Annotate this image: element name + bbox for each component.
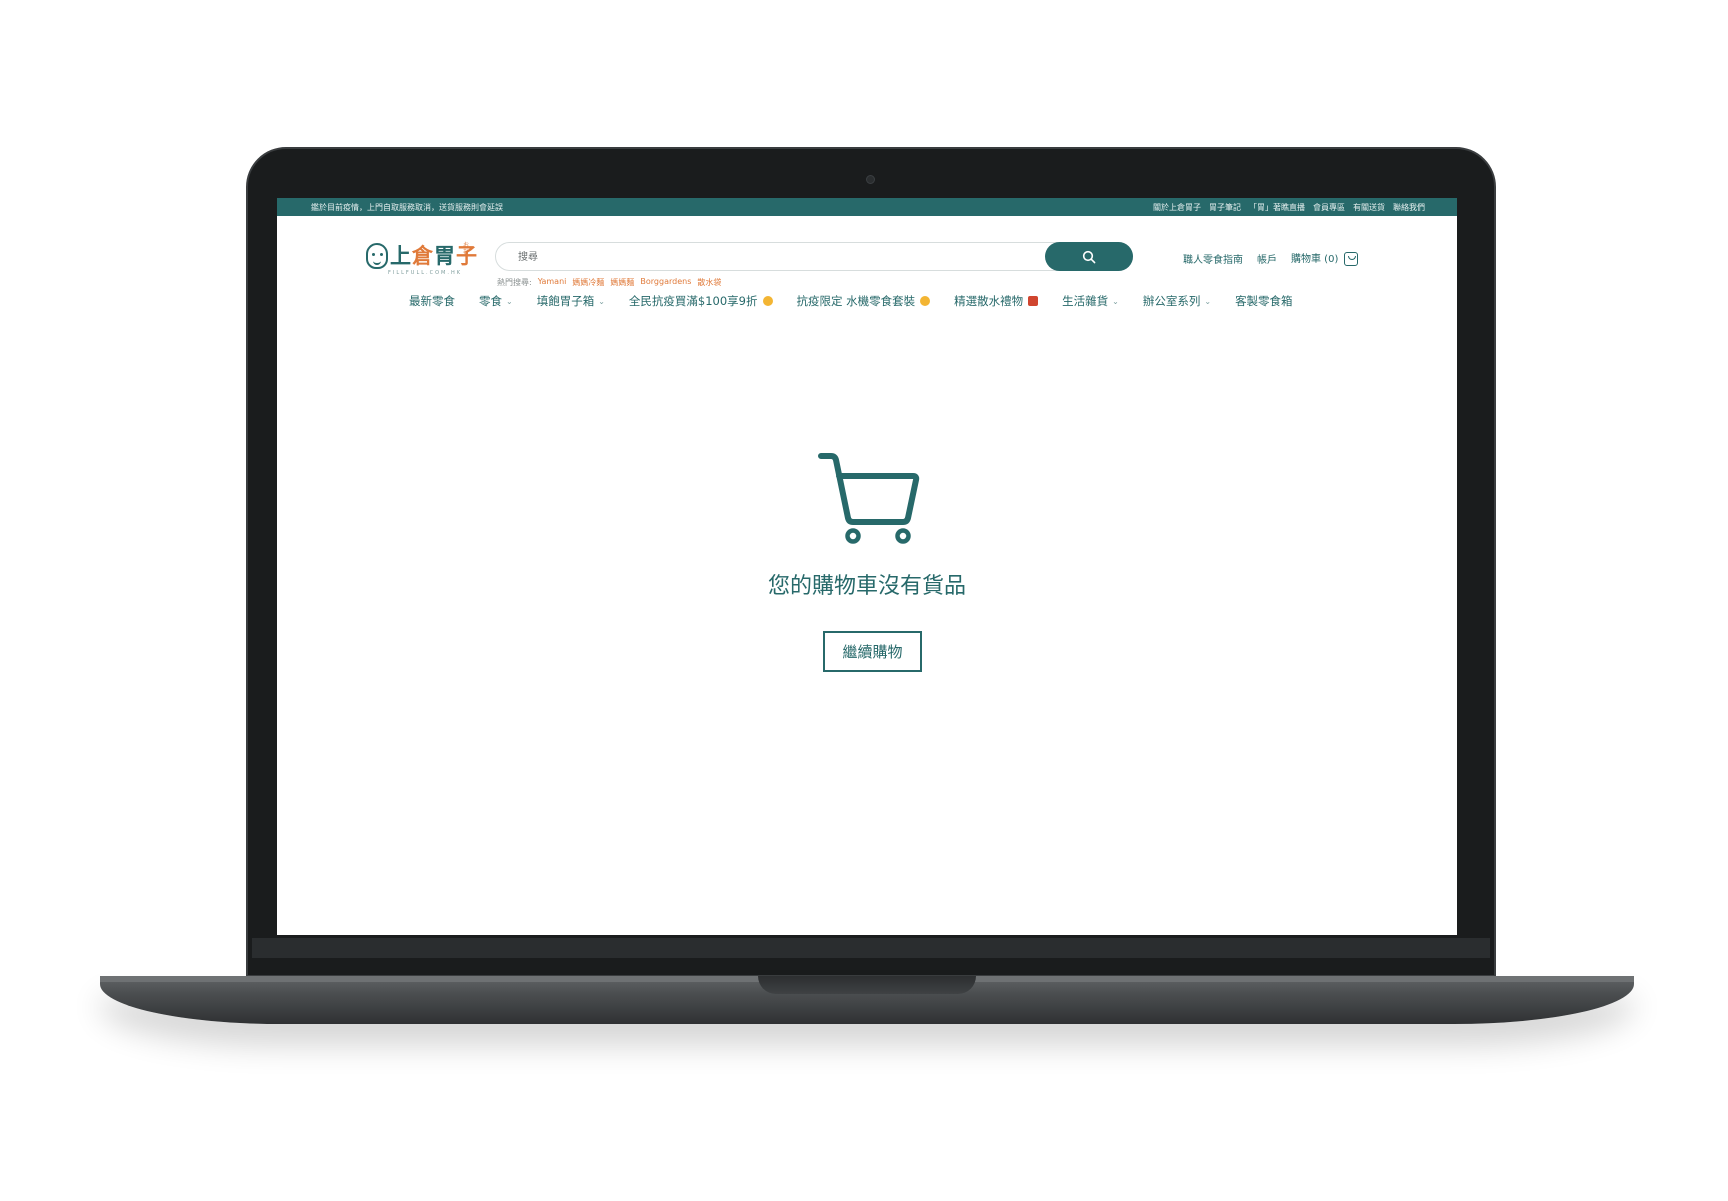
logo-tiny-text: おむ [463,242,470,256]
chevron-down-icon: ⌄ [1204,296,1212,306]
empty-cart-message: 您的購物車沒有貨品 [767,574,966,599]
logo-char-3: 胃 [434,244,456,268]
nav-item-fill-box[interactable]: 填飽胃子箱 ⌄ [537,293,605,309]
top-link-contact[interactable]: 聯絡我們 [1393,202,1425,213]
nav-item-snacks[interactable]: 零食 ⌄ [479,293,513,309]
nav-label: 辦公室系列 [1142,294,1201,308]
bag-icon [1344,252,1359,266]
top-link-notes[interactable]: 胃子筆記 [1209,202,1241,213]
nav-item-gifts[interactable]: 精選散水禮物 [954,293,1039,309]
logo-char-1: 上 [390,244,412,268]
announcement-bar: 鑑於目前疫情，上門自取服務取消，送貨服務則會延誤 關於上倉胃子 胃子筆記 「胃」… [277,198,1457,216]
hot-searches: 熱門搜尋: Yamani 媽媽冷麵 媽媽麵 Borggardens 散水袋 [497,277,721,288]
laptop-notch [758,976,976,994]
nav-label: 抗疫限定 水機零食套裝 [796,294,916,308]
hot-keyword[interactable]: 媽媽麵 [610,277,634,288]
chevron-down-icon: ⌄ [1112,296,1119,306]
hot-keyword[interactable]: 媽媽冷麵 [572,277,604,288]
site-logo[interactable]: 上倉胃子 おむ FILLFULL.COM.HK [366,240,477,280]
nav-item-limited-set[interactable]: 抗疫限定 水機零食套裝 [797,293,931,309]
nav-item-custom-box[interactable]: 客製零食箱 [1235,293,1293,309]
camera [866,175,875,184]
hot-keyword[interactable]: Borggardens [640,277,691,288]
top-link-delivery[interactable]: 有關送貨 [1353,202,1385,213]
hot-search-label: 熱門搜尋: [497,278,532,287]
nav-label: 最新零食 [409,294,455,308]
search-icon [1082,250,1096,264]
stage: 鑑於目前疫情，上門自取服務取消，送貨服務則會延誤 關於上倉胃子 胃子筆記 「胃」… [0,0,1728,1201]
logo-face-icon [366,243,388,269]
search-input[interactable] [518,250,1018,264]
hot-keyword[interactable]: 散水袋 [697,277,721,288]
continue-shopping-button[interactable]: 繼續購物 [823,631,922,672]
laptop-chin [252,938,1490,958]
emoji-icon [762,296,773,306]
snack-guide-link[interactable]: 職人零食指南 [1183,251,1243,266]
cart-count-label: 購物車 (0) [1291,254,1339,265]
emoji-icon [920,296,931,306]
gift-icon [1028,296,1039,306]
browser-viewport: 鑑於目前疫情，上門自取服務取消，送貨服務則會延誤 關於上倉胃子 胃子筆記 「胃」… [277,198,1457,935]
nav-label: 零食 [479,294,502,308]
search-button[interactable] [1045,242,1133,271]
hot-keyword[interactable]: Yamani [538,277,567,288]
top-link-members[interactable]: 會員專區 [1313,202,1345,213]
account-links: 職人零食指南 帳戶 購物車 (0) [1183,250,1359,266]
chevron-down-icon: ⌄ [506,296,513,306]
top-link-about[interactable]: 關於上倉胃子 [1153,202,1201,213]
nav-label: 填飽胃子箱 [536,294,595,308]
nav-item-groceries[interactable]: 生活雜貨 ⌄ [1062,293,1119,309]
cart-icon [818,453,920,544]
nav-item-new-snacks[interactable]: 最新零食 [409,293,455,309]
nav-item-discount[interactable]: 全民抗疫買滿$100享9折 [629,293,773,309]
account-link[interactable]: 帳戶 [1257,251,1277,266]
nav-label: 客製零食箱 [1235,294,1293,308]
main-nav: 最新零食 零食 ⌄ 填飽胃子箱 ⌄ 全民抗疫買滿$100享9折 抗疫限定 水機零食套… [409,293,1293,309]
nav-label: 精選散水禮物 [954,294,1024,308]
logo-domain: FILLFULL.COM.HK [388,270,462,276]
announcement-text: 鑑於目前疫情，上門自取服務取消，送貨服務則會延誤 [311,203,503,212]
nav-label: 生活雜貨 [1062,294,1109,308]
top-links: 關於上倉胃子 胃子筆記 「胃」著瞧直播 會員專區 有關送貨 聯絡我們 [1153,202,1425,213]
search-bar [495,242,1133,271]
cart-link[interactable]: 購物車 (0) [1291,250,1359,266]
logo-char-2: 倉 [412,244,434,268]
nav-label: 全民抗疫買滿$100享9折 [628,294,758,308]
top-link-live[interactable]: 「胃」著瞧直播 [1249,202,1305,213]
chevron-down-icon: ⌄ [598,296,605,306]
nav-item-office[interactable]: 辦公室系列 ⌄ [1143,293,1211,309]
